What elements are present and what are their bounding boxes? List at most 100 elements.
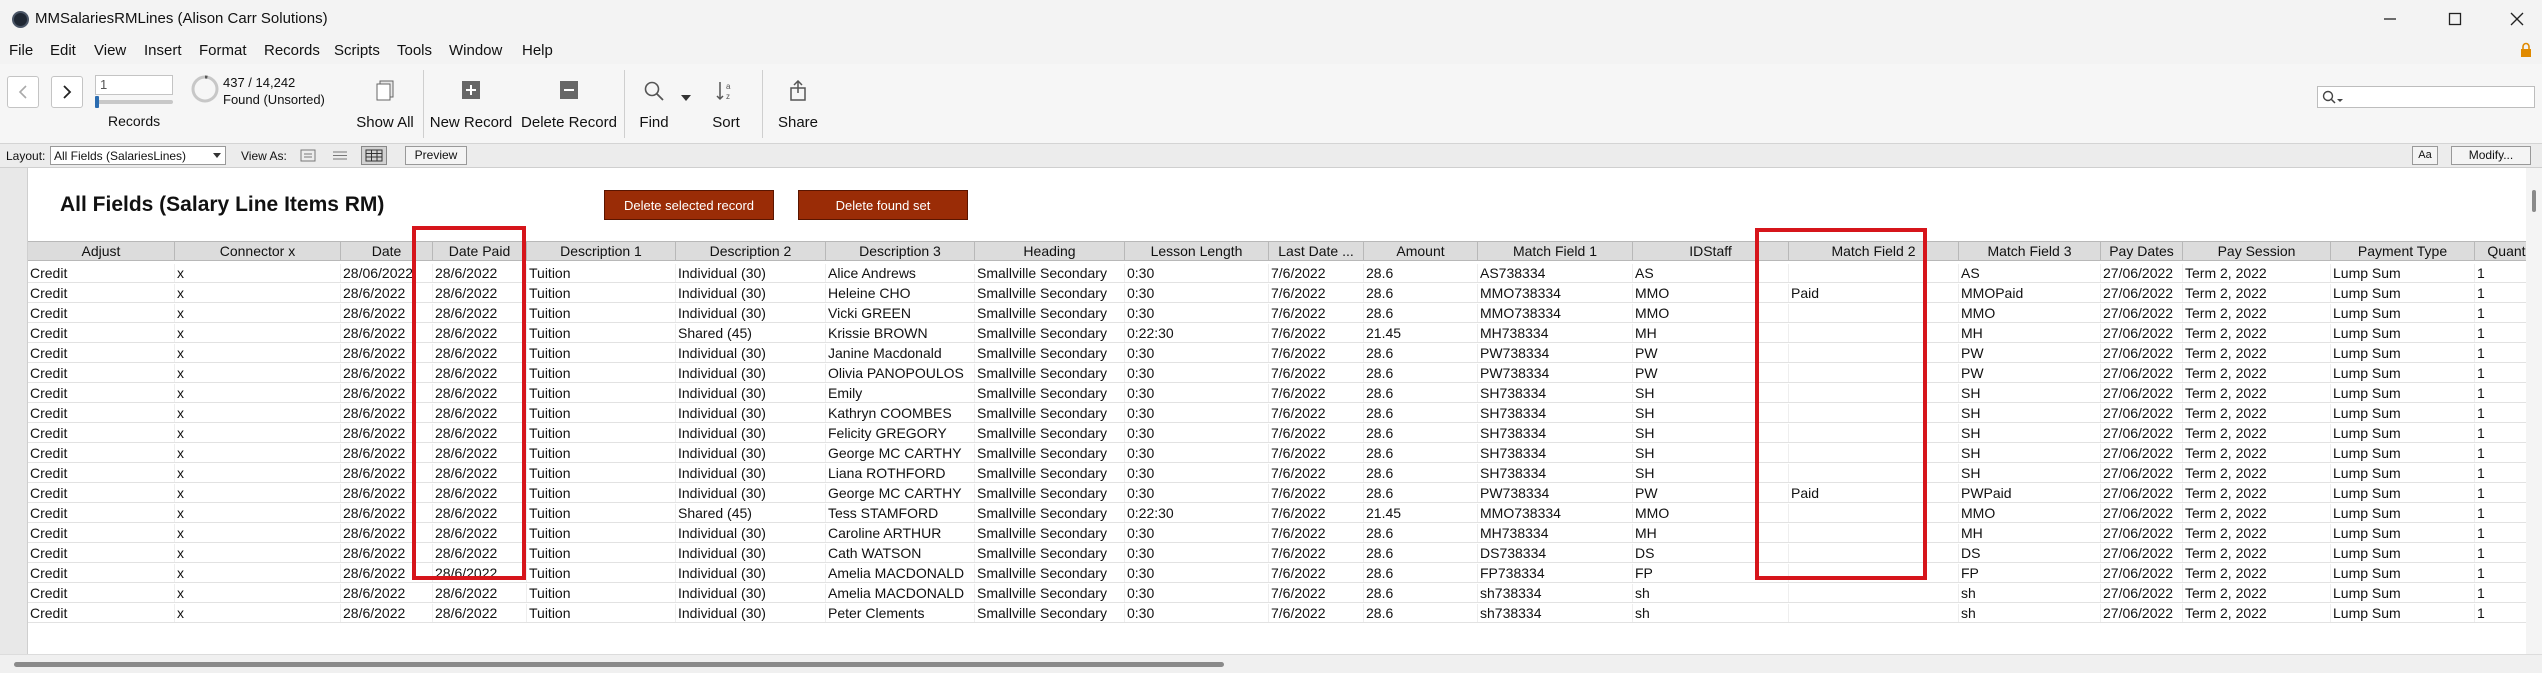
cell-match-field-3[interactable]: PW <box>1959 344 2101 362</box>
cell-heading[interactable]: Smallville Secondary <box>975 484 1125 502</box>
cell-description-2[interactable]: Individual (30) <box>676 264 826 282</box>
delete-selected-record-button[interactable]: Delete selected record <box>604 190 774 220</box>
column-header-amount[interactable]: Amount <box>1364 242 1478 260</box>
cell-match-field-1[interactable]: MH738334 <box>1478 324 1633 342</box>
cell-description-3[interactable]: Tess STAMFORD <box>826 504 975 522</box>
column-header-last-date[interactable]: Last Date ... <box>1269 242 1364 260</box>
cell-pay-dates[interactable]: 27/06/2022 <box>2101 264 2183 282</box>
delete-found-set-button[interactable]: Delete found set <box>798 190 968 220</box>
cell-description-2[interactable]: Individual (30) <box>676 484 826 502</box>
cell-match-field-2[interactable] <box>1789 464 1959 482</box>
cell-last-date[interactable]: 7/6/2022 <box>1269 424 1364 442</box>
cell-description-3[interactable]: George MC CARTHY <box>826 444 975 462</box>
cell-match-field-2[interactable] <box>1789 564 1959 582</box>
cell-date[interactable]: 28/6/2022 <box>341 344 433 362</box>
cell-date[interactable]: 28/6/2022 <box>341 544 433 562</box>
cell-quantity[interactable]: 1 <box>2475 444 2528 462</box>
cell-description-2[interactable]: Shared (45) <box>676 324 826 342</box>
column-header-description-3[interactable]: Description 3 <box>826 242 975 260</box>
cell-match-field-1[interactable]: SH738334 <box>1478 464 1633 482</box>
cell-payment-type[interactable]: Lump Sum <box>2331 604 2475 622</box>
cell-description-1[interactable]: Tuition <box>527 424 676 442</box>
horizontal-scrollbar[interactable] <box>0 654 2542 673</box>
cell-match-field-3[interactable]: DS <box>1959 544 2101 562</box>
cell-match-field-3[interactable]: PW <box>1959 364 2101 382</box>
cell-payment-type[interactable]: Lump Sum <box>2331 284 2475 302</box>
column-header-heading[interactable]: Heading <box>975 242 1125 260</box>
cell-date[interactable]: 28/6/2022 <box>341 404 433 422</box>
cell-match-field-2[interactable] <box>1789 584 1959 602</box>
cell-description-1[interactable]: Tuition <box>527 324 676 342</box>
cell-match-field-2[interactable] <box>1789 524 1959 542</box>
cell-match-field-1[interactable]: SH738334 <box>1478 384 1633 402</box>
cell-match-field-3[interactable]: FP <box>1959 564 2101 582</box>
cell-match-field-2[interactable]: Paid <box>1789 284 1959 302</box>
vertical-scroll-thumb[interactable] <box>2532 190 2536 212</box>
cell-description-1[interactable]: Tuition <box>527 284 676 302</box>
cell-description-1[interactable]: Tuition <box>527 304 676 322</box>
new-record-button[interactable]: New Record <box>427 64 515 144</box>
cell-pay-session[interactable]: Term 2, 2022 <box>2183 484 2331 502</box>
cell-match-field-2[interactable] <box>1789 384 1959 402</box>
cell-pay-dates[interactable]: 27/06/2022 <box>2101 564 2183 582</box>
cell-payment-type[interactable]: Lump Sum <box>2331 464 2475 482</box>
cell-amount[interactable]: 28.6 <box>1364 564 1478 582</box>
cell-pay-session[interactable]: Term 2, 2022 <box>2183 404 2331 422</box>
cell-adjust[interactable]: Credit <box>28 604 175 622</box>
column-header-lesson-length[interactable]: Lesson Length <box>1125 242 1269 260</box>
cell-description-1[interactable]: Tuition <box>527 384 676 402</box>
cell-amount[interactable]: 21.45 <box>1364 504 1478 522</box>
cell-quantity[interactable]: 1 <box>2475 464 2528 482</box>
cell-pay-dates[interactable]: 27/06/2022 <box>2101 484 2183 502</box>
cell-connector-x[interactable]: x <box>175 404 341 422</box>
cell-pay-session[interactable]: Term 2, 2022 <box>2183 544 2331 562</box>
cell-description-1[interactable]: Tuition <box>527 544 676 562</box>
table-row[interactable]: Credit x 28/6/2022 28/6/2022 Tuition Shared (… <box>28 323 2528 343</box>
cell-pay-dates[interactable]: 27/06/2022 <box>2101 384 2183 402</box>
cell-amount[interactable]: 28.6 <box>1364 404 1478 422</box>
cell-description-2[interactable]: Individual (30) <box>676 424 826 442</box>
cell-quantity[interactable]: 1 <box>2475 484 2528 502</box>
cell-match-field-2[interactable] <box>1789 424 1959 442</box>
cell-date-paid[interactable]: 28/6/2022 <box>433 424 527 442</box>
cell-pay-dates[interactable]: 27/06/2022 <box>2101 544 2183 562</box>
cell-date-paid[interactable]: 28/6/2022 <box>433 584 527 602</box>
cell-adjust[interactable]: Credit <box>28 464 175 482</box>
cell-last-date[interactable]: 7/6/2022 <box>1269 504 1364 522</box>
cell-match-field-2[interactable] <box>1789 404 1959 422</box>
cell-adjust[interactable]: Credit <box>28 284 175 302</box>
column-header-date[interactable]: Date <box>341 242 433 260</box>
cell-adjust[interactable]: Credit <box>28 444 175 462</box>
table-row[interactable]: Credit x 28/6/2022 28/6/2022 Tuition Individu… <box>28 283 2528 303</box>
cell-description-1[interactable]: Tuition <box>527 564 676 582</box>
cell-connector-x[interactable]: x <box>175 484 341 502</box>
cell-heading[interactable]: Smallville Secondary <box>975 544 1125 562</box>
cell-pay-dates[interactable]: 27/06/2022 <box>2101 504 2183 522</box>
cell-date-paid[interactable]: 28/6/2022 <box>433 464 527 482</box>
column-header-pay-session[interactable]: Pay Session <box>2183 242 2331 260</box>
cell-idstaff[interactable]: SH <box>1633 464 1789 482</box>
cell-pay-dates[interactable]: 27/06/2022 <box>2101 344 2183 362</box>
column-header-match-field-2[interactable]: Match Field 2 <box>1789 242 1959 260</box>
cell-description-3[interactable]: Alice Andrews <box>826 264 975 282</box>
cell-lesson-length[interactable]: 0:30 <box>1125 384 1269 402</box>
record-number-field[interactable]: 1 <box>95 75 173 95</box>
menu-edit[interactable]: Edit <box>50 42 76 59</box>
cell-last-date[interactable]: 7/6/2022 <box>1269 344 1364 362</box>
cell-date-paid[interactable]: 28/6/2022 <box>433 504 527 522</box>
cell-amount[interactable]: 21.45 <box>1364 324 1478 342</box>
cell-last-date[interactable]: 7/6/2022 <box>1269 584 1364 602</box>
cell-pay-dates[interactable]: 27/06/2022 <box>2101 604 2183 622</box>
table-row[interactable]: Credit x 28/6/2022 28/6/2022 Tuition Individu… <box>28 583 2528 603</box>
cell-lesson-length[interactable]: 0:30 <box>1125 444 1269 462</box>
formatting-bar-button[interactable]: Aa <box>2412 146 2438 165</box>
cell-amount[interactable]: 28.6 <box>1364 284 1478 302</box>
cell-heading[interactable]: Smallville Secondary <box>975 364 1125 382</box>
cell-match-field-1[interactable]: MMO738334 <box>1478 304 1633 322</box>
cell-description-2[interactable]: Individual (30) <box>676 384 826 402</box>
find-button[interactable]: Find <box>628 64 680 144</box>
cell-match-field-3[interactable]: MMO <box>1959 504 2101 522</box>
cell-connector-x[interactable]: x <box>175 544 341 562</box>
share-button[interactable]: Share <box>772 64 824 144</box>
cell-match-field-1[interactable]: MH738334 <box>1478 524 1633 542</box>
